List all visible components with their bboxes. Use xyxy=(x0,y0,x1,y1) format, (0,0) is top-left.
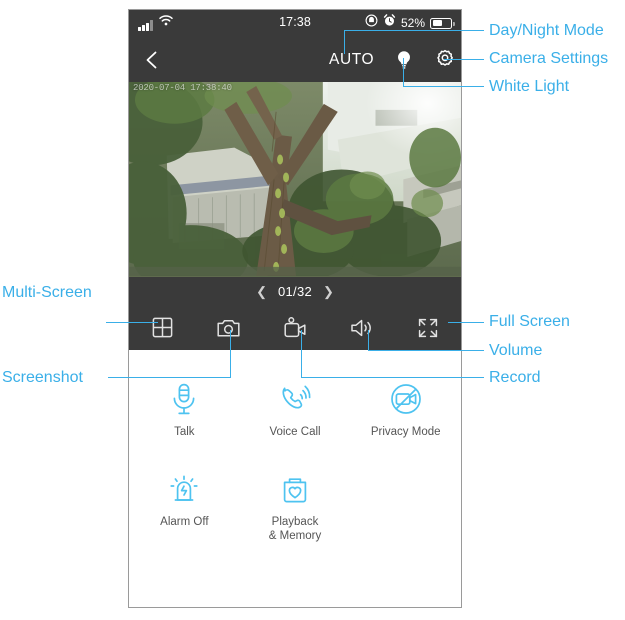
annotation-record: Record xyxy=(489,369,541,386)
status-bar: 17:38 52% xyxy=(129,10,461,37)
feature-label: Voice Call xyxy=(269,426,321,438)
annotation-multi-screen: Multi-Screen xyxy=(2,284,92,301)
screenshot-button[interactable] xyxy=(195,305,261,350)
record-button[interactable] xyxy=(262,305,328,350)
annotation-camera-settings: Camera Settings xyxy=(489,50,609,67)
sd-card-heart-icon xyxy=(280,472,310,506)
microphone-icon xyxy=(171,382,197,416)
video-timestamp: 2020-07-04 17:38:40 xyxy=(133,83,232,93)
volume-button[interactable] xyxy=(328,305,394,350)
leader-day-night-mode-h xyxy=(344,30,484,31)
feature-row: Alarm Off Playback & Memory xyxy=(129,472,461,543)
leader-screenshot-v xyxy=(230,330,231,378)
leader-camera-settings xyxy=(444,59,484,60)
back-button[interactable] xyxy=(139,47,165,73)
feature-label: Playback & Memory xyxy=(268,516,322,542)
leader-volume-h xyxy=(368,350,484,351)
feature-privacy-mode[interactable]: Privacy Mode xyxy=(350,382,461,439)
feature-voice-call[interactable]: Voice Call xyxy=(240,382,351,439)
day-night-mode-button[interactable]: AUTO xyxy=(329,51,374,69)
phone-call-icon xyxy=(279,382,311,416)
camera-settings-button[interactable] xyxy=(433,48,457,72)
next-channel-button[interactable]: ❯ xyxy=(323,285,334,298)
feature-label: Alarm Off xyxy=(160,516,209,528)
feature-label: Talk xyxy=(174,426,195,438)
annotation-screenshot: Screenshot xyxy=(2,369,83,386)
siren-icon xyxy=(169,472,199,506)
video-scene xyxy=(129,82,461,276)
camera-off-icon xyxy=(390,382,422,416)
channel-count-label: 01/32 xyxy=(277,283,313,299)
phone-frame: 17:38 52% AUTO 2020-07-04 17:38:40 ❮ 01/… xyxy=(128,9,462,608)
annotation-volume: Volume xyxy=(489,342,543,359)
video-control-bar xyxy=(129,305,461,350)
leader-full-screen xyxy=(448,322,484,323)
prev-channel-button[interactable]: ❮ xyxy=(256,285,267,298)
feature-panel: Talk Voice Call Privacy Mode Alarm Off P… xyxy=(129,350,461,607)
annotation-day-night-mode: Day/Night Mode xyxy=(489,22,604,39)
feature-playback-memory[interactable]: Playback & Memory xyxy=(240,472,351,543)
status-bar-right: 52% xyxy=(365,14,455,31)
annotation-white-light: White Light xyxy=(489,78,570,95)
feature-talk[interactable]: Talk xyxy=(129,382,240,439)
leader-white-light-h xyxy=(403,86,484,87)
feature-alarm-off[interactable]: Alarm Off xyxy=(129,472,240,543)
annotation-full-screen: Full Screen xyxy=(489,313,570,330)
leader-multi-screen xyxy=(106,322,158,323)
feature-row: Talk Voice Call Privacy Mode xyxy=(129,382,461,439)
leader-record-v xyxy=(301,330,302,378)
white-light-button[interactable] xyxy=(392,48,416,72)
leader-record-h xyxy=(301,377,484,378)
leader-white-light-v xyxy=(403,58,404,86)
leader-volume-v xyxy=(368,330,369,351)
feature-label: Privacy Mode xyxy=(370,426,441,438)
app-top-bar: AUTO xyxy=(129,37,461,82)
leader-day-night-mode-v xyxy=(344,30,345,54)
leader-screenshot-h xyxy=(108,377,231,378)
battery-percent-label: 52% xyxy=(400,16,425,30)
full-screen-button[interactable] xyxy=(395,305,461,350)
channel-pager: ❮ 01/32 ❯ xyxy=(129,277,461,305)
battery-icon xyxy=(430,17,455,29)
multi-screen-button[interactable] xyxy=(129,305,195,350)
video-feed[interactable]: 2020-07-04 17:38:40 xyxy=(129,82,461,277)
